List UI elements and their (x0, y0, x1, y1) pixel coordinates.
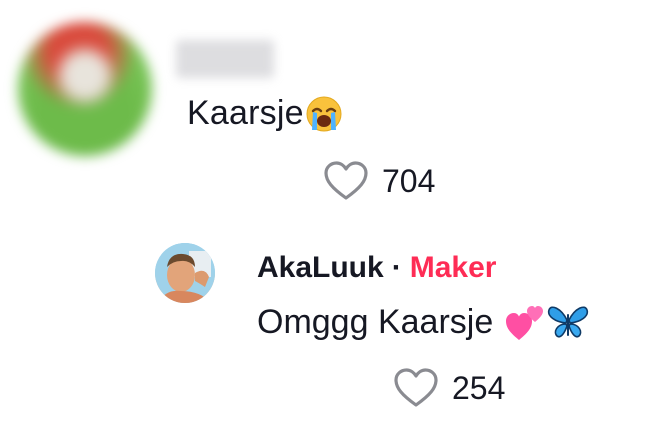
reply-text: Omggg Kaarsje (257, 300, 589, 347)
separator-dot: · (391, 251, 402, 284)
heart-outline-icon (392, 367, 440, 409)
avatar-photo (155, 243, 215, 303)
reply-like-count: 254 (452, 370, 506, 406)
comment-text-label: Kaarsje (187, 94, 304, 132)
comment-text: Kaarsje (187, 93, 344, 137)
commenter-name-redacted (176, 40, 274, 78)
heart-outline-icon (322, 160, 370, 202)
commenter-avatar[interactable] (18, 22, 152, 156)
comment-like-count: 704 (382, 163, 436, 199)
reply-text-label: Omggg Kaarsje (257, 303, 494, 341)
reply-like-button[interactable]: 254 (392, 367, 505, 409)
reply-header: AkaLuuk · Maker (257, 249, 496, 287)
reply-author-name[interactable]: AkaLuuk (257, 251, 384, 284)
loudly-crying-face-icon (304, 94, 344, 137)
butterfly-icon (547, 302, 589, 347)
reply-author-avatar[interactable] (155, 243, 215, 303)
creator-badge: Maker (409, 251, 497, 284)
two-hearts-icon (505, 302, 547, 347)
comment-like-button[interactable]: 704 (322, 160, 435, 202)
